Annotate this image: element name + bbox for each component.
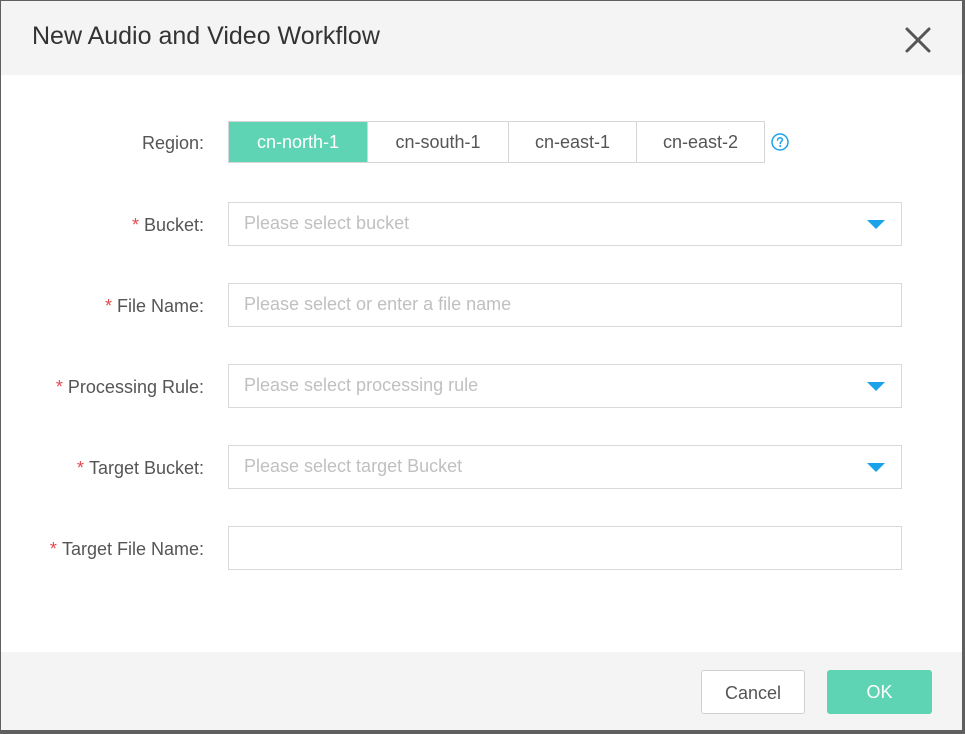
bucket-label: * Bucket: — [132, 213, 204, 237]
required-mark: * — [49, 539, 57, 559]
target-bucket-label-text: Target Bucket: — [88, 458, 204, 478]
ok-button[interactable]: OK — [827, 670, 932, 714]
region-option-cn-east-1[interactable]: cn-east-1 — [508, 122, 636, 162]
file-name-field[interactable]: Please select or enter a file name — [228, 283, 902, 327]
close-icon — [905, 27, 931, 53]
required-mark: * — [104, 296, 112, 316]
backdrop-edge-bottom — [0, 730, 965, 734]
target-bucket-select[interactable]: Please select target Bucket — [228, 445, 902, 489]
file-name-label-text: File Name: — [116, 296, 204, 316]
bucket-label-text: Bucket: — [143, 215, 204, 235]
processing-rule-select[interactable]: Please select processing rule — [228, 364, 902, 408]
required-mark: * — [55, 377, 63, 397]
close-button[interactable] — [903, 25, 933, 55]
required-mark: * — [76, 458, 84, 478]
target-file-name-label-text: Target File Name: — [61, 539, 204, 559]
processing-rule-placeholder: Please select processing rule — [244, 375, 479, 395]
dialog-title: New Audio and Video Workflow — [32, 22, 380, 50]
target-bucket-label: * Target Bucket: — [77, 456, 204, 480]
dialog-footer: Cancel OK — [1, 652, 962, 730]
region-option-cn-north-1[interactable]: cn-north-1 — [229, 122, 367, 162]
region-label: Region: — [142, 131, 204, 155]
bucket-select[interactable]: Please select bucket — [228, 202, 902, 246]
processing-rule-label-text: Processing Rule: — [67, 377, 204, 397]
caret-down-icon — [867, 463, 885, 472]
dialog-header: New Audio and Video Workflow — [1, 1, 962, 75]
workflow-dialog: New Audio and Video Workflow Region: cn-… — [1, 1, 962, 730]
region-help-button[interactable] — [771, 133, 789, 151]
question-circle-icon — [771, 133, 789, 151]
target-file-name-label: * Target File Name: — [50, 537, 204, 561]
required-mark: * — [131, 215, 139, 235]
bucket-placeholder: Please select bucket — [244, 213, 410, 233]
caret-down-icon — [867, 220, 885, 229]
file-name-label: * File Name: — [105, 294, 204, 318]
target-file-name-field[interactable] — [228, 526, 902, 570]
region-option-cn-south-1[interactable]: cn-south-1 — [367, 122, 508, 162]
region-selector: cn-north-1 cn-south-1 cn-east-1 cn-east-… — [228, 121, 765, 163]
target-bucket-placeholder: Please select target Bucket — [244, 456, 463, 476]
cancel-button[interactable]: Cancel — [701, 670, 805, 714]
processing-rule-label: * Processing Rule: — [56, 375, 204, 399]
caret-down-icon — [867, 382, 885, 391]
file-name-placeholder: Please select or enter a file name — [244, 294, 512, 314]
region-label-text: Region: — [141, 133, 204, 153]
region-option-cn-east-2[interactable]: cn-east-2 — [636, 122, 764, 162]
target-file-name-input[interactable] — [229, 527, 901, 569]
